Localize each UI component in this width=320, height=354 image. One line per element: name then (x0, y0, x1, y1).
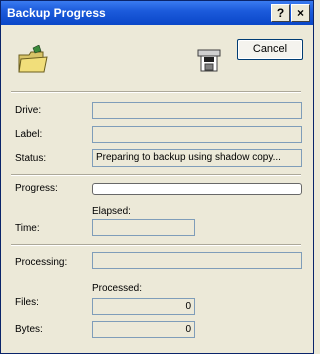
bytes-label: Bytes: (15, 324, 43, 335)
status-label: Status: (15, 153, 47, 164)
files-count-field: 0 (92, 298, 195, 315)
folder-icon (18, 45, 48, 73)
processing-label: Processing: (15, 257, 68, 268)
title-bar: Backup Progress ? × (1, 1, 313, 25)
elapsed-label: Elapsed: (92, 206, 131, 217)
drive-label: Drive: (15, 105, 42, 116)
window-title: Backup Progress (7, 6, 106, 20)
backup-device-icon (197, 49, 221, 72)
processed-label: Processed: (92, 283, 143, 294)
separator (11, 174, 301, 176)
time-field (92, 219, 195, 236)
separator (11, 91, 301, 93)
time-label: Time: (15, 223, 40, 234)
label-label: Label: (15, 129, 43, 140)
help-button[interactable]: ? (271, 4, 290, 22)
label-field (92, 126, 302, 143)
cancel-button[interactable]: Cancel (237, 39, 303, 60)
backup-progress-dialog: Backup Progress ? × Cancel Drive: Label:… (0, 0, 314, 354)
separator (11, 244, 301, 246)
close-button[interactable]: × (291, 4, 310, 22)
status-field: Preparing to backup using shadow copy... (92, 149, 302, 167)
files-label: Files: (15, 297, 39, 308)
processing-field (92, 252, 302, 269)
progress-bar (92, 183, 302, 195)
drive-field (92, 102, 302, 119)
progress-label: Progress: (15, 183, 58, 194)
bytes-count-field: 0 (92, 321, 195, 338)
